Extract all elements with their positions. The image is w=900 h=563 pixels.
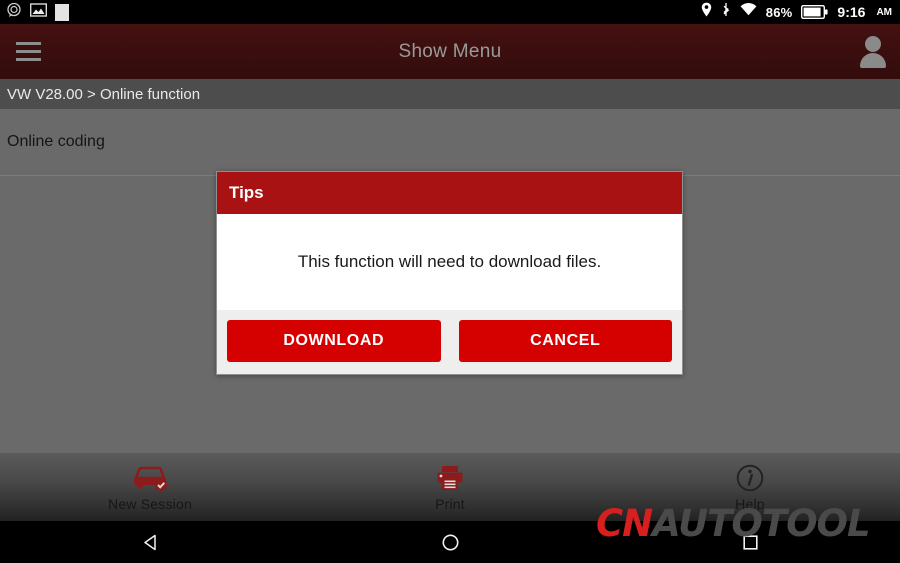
toolbar-button-new-session[interactable]: New Session — [0, 453, 300, 521]
hamburger-line — [15, 42, 41, 45]
page-title: Show Menu — [398, 40, 502, 62]
location-pin-icon — [701, 2, 712, 22]
android-status-bar: 86% 9:16 AM — [0, 0, 900, 24]
car-check-icon — [128, 462, 172, 494]
dialog-titlebar: Tips — [217, 172, 682, 214]
toolbar-label: Print — [435, 496, 465, 512]
battery-icon — [801, 5, 829, 19]
recents-square-icon[interactable] — [690, 521, 810, 563]
breadcrumb-text: VW V28.00 > Online function — [7, 85, 201, 103]
printer-icon — [435, 462, 465, 494]
status-notifications — [6, 2, 69, 23]
cancel-button[interactable]: CANCEL — [458, 320, 672, 362]
bottom-toolbar: New Session Print Help — [0, 453, 900, 521]
chat-bubble-icon — [6, 2, 22, 23]
status-clock-meridiem: AM — [876, 6, 892, 18]
bluetooth-icon — [721, 2, 731, 22]
avatar-body — [860, 52, 886, 68]
hamburger-line — [15, 50, 41, 53]
dialog-footer: DOWNLOAD CANCEL — [217, 310, 682, 374]
app-header: Show Menu — [0, 24, 900, 79]
blank-square-icon — [55, 3, 69, 21]
status-clock: 9:16 — [837, 4, 866, 20]
image-icon — [29, 2, 48, 22]
user-avatar-icon[interactable] — [856, 32, 890, 72]
download-button[interactable]: DOWNLOAD — [227, 320, 441, 362]
home-circle-icon[interactable] — [390, 521, 510, 563]
dialog-message: This function will need to download file… — [297, 252, 602, 271]
hamburger-menu-icon[interactable] — [0, 24, 56, 79]
android-nav-bar — [0, 521, 900, 563]
device-screen: 86% 9:16 AM Show Menu VW V28.00 > Online… — [0, 0, 900, 563]
tips-dialog: Tips This function will need to download… — [216, 171, 683, 375]
status-indicators: 86% 9:16 AM — [701, 2, 892, 22]
toolbar-label: New Session — [108, 496, 192, 512]
avatar-head — [865, 35, 881, 52]
breadcrumb[interactable]: VW V28.00 > Online function — [0, 79, 900, 109]
dialog-body: This function will need to download file… — [217, 214, 682, 310]
list-item-online-coding[interactable]: Online coding — [0, 109, 900, 176]
toolbar-label: Help — [735, 496, 765, 512]
battery-percent-label: 86% — [765, 4, 793, 20]
hamburger-line — [15, 58, 41, 61]
list-item-label: Online coding — [7, 133, 105, 150]
toolbar-button-help[interactable]: Help — [600, 453, 900, 521]
dialog-title: Tips — [229, 183, 264, 202]
back-triangle-icon[interactable] — [90, 521, 210, 563]
toolbar-button-print[interactable]: Print — [300, 453, 600, 521]
info-circle-icon — [735, 462, 765, 494]
wifi-icon — [740, 3, 757, 21]
